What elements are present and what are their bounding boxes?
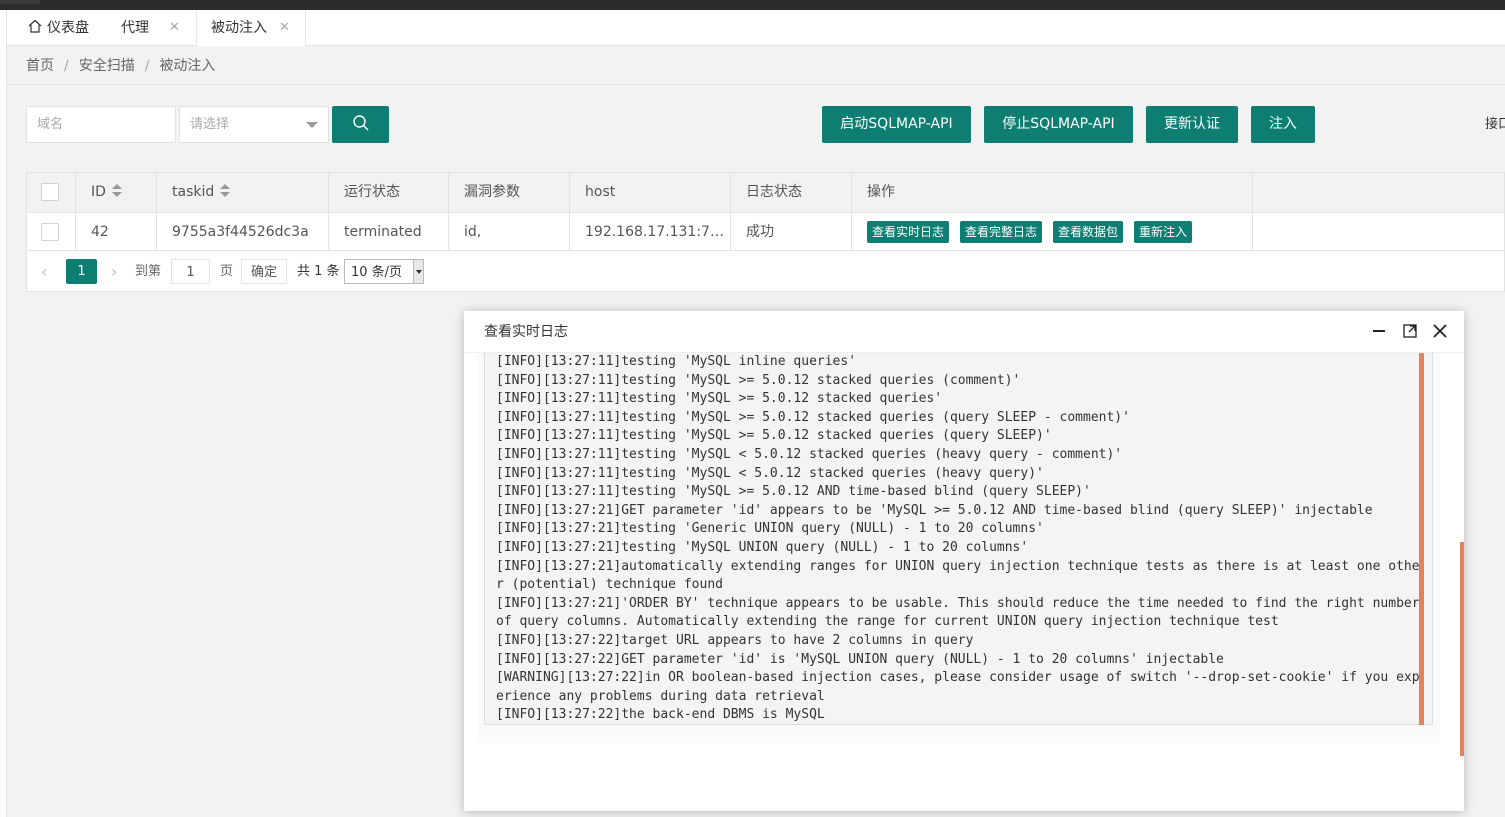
next-page-icon[interactable]: › <box>111 259 123 284</box>
tab-bar: 仪表盘 代理 ✕ 被动注入 ✕ <box>7 10 1505 47</box>
log-line: [INFO][13:27:21]automatically extending … <box>496 558 1420 593</box>
left-sidebar-rail <box>0 10 7 817</box>
log-line: [INFO][13:27:21]testing 'MySQL UNION que… <box>496 539 1029 555</box>
select-placeholder: 请选择 <box>190 117 230 132</box>
close-icon[interactable]: ✕ <box>169 10 180 46</box>
stop-sqlmap-api-button[interactable]: 停止SQLMAP-API <box>984 106 1133 143</box>
view-full-log-button[interactable]: 查看完整日志 <box>960 221 1043 243</box>
row-select <box>27 213 76 250</box>
search-icon <box>352 115 368 131</box>
breadcrumb-current: 被动注入 <box>159 58 216 74</box>
log-line: [INFO][13:27:22]GET parameter 'id' is 'M… <box>496 651 1224 667</box>
header-host: host <box>570 173 731 212</box>
reinject-button[interactable]: 重新注入 <box>1134 221 1193 243</box>
page-size-value: 10 条/页 <box>351 265 403 280</box>
close-icon[interactable] <box>1432 323 1448 339</box>
cell-run-status: terminated <box>329 213 449 250</box>
log-line: [INFO][13:27:22]the back-end DBMS is MyS… <box>496 707 825 723</box>
view-packet-button[interactable]: 查看数据包 <box>1053 221 1124 243</box>
realtime-log-modal: 查看实时日志 [INFO][13:27:11]testing 'MySQL in… <box>464 311 1464 811</box>
log-line: [INFO][13:27:11]testing 'MySQL >= 5.0.12… <box>496 484 1091 500</box>
goto-label: 到第 <box>135 264 162 279</box>
close-icon[interactable]: ✕ <box>279 10 290 46</box>
search-button[interactable] <box>332 106 389 143</box>
cell-host: 192.168.17.131:7… <box>570 213 731 250</box>
log-line: [INFO][13:27:21]GET parameter 'id' appea… <box>496 502 1373 518</box>
total-count: 共 1 条 <box>297 264 340 279</box>
breadcrumb-separator: / <box>64 58 69 74</box>
header-label: taskid <box>172 184 215 200</box>
status-select[interactable]: 请选择 <box>179 106 329 143</box>
breadcrumb-security-scan[interactable]: 安全扫描 <box>79 58 135 74</box>
tab-label: 被动注入 <box>211 20 267 36</box>
header-vuln-param: 漏洞参数 <box>449 173 570 212</box>
task-table: ID taskid 运行状态 漏洞参数 host 日志状态 操作 42 9755… <box>26 172 1505 292</box>
api-label: 接口 <box>1485 117 1505 132</box>
sort-icon[interactable] <box>111 184 122 198</box>
tab-label: 代理 <box>121 20 149 36</box>
goto-page-input[interactable]: 1 <box>171 259 210 284</box>
page-size-select[interactable]: 10 条/页 <box>344 259 424 284</box>
breadcrumb-home[interactable]: 首页 <box>26 58 54 74</box>
domain-input[interactable]: 域名 <box>26 106 176 143</box>
home-icon <box>28 19 42 33</box>
breadcrumb-separator: / <box>144 58 150 74</box>
tab-proxy[interactable]: 代理 ✕ <box>107 10 195 46</box>
log-line: [INFO][13:27:11]testing 'MySQL < 5.0.12 … <box>496 465 1044 481</box>
log-line: [INFO][13:27:11]testing 'MySQL inline qu… <box>496 354 857 369</box>
cell-log-status: 成功 <box>731 213 852 250</box>
chevron-down-icon <box>413 260 423 283</box>
minimize-icon[interactable] <box>1371 323 1387 339</box>
log-line: [INFO][13:27:21]'ORDER BY' technique app… <box>496 595 1420 630</box>
chevron-down-icon <box>306 122 318 128</box>
pagination: ‹ 1 › 到第 1 页 确定 共 1 条 10 条/页 <box>27 251 1504 292</box>
prev-page-icon[interactable]: ‹ <box>41 259 53 284</box>
modal-toolbar <box>1361 323 1448 341</box>
select-all-checkbox[interactable] <box>41 183 59 201</box>
log-line: [INFO][13:27:11]testing 'MySQL >= 5.0.12… <box>496 372 1021 388</box>
cell-operations: 查看实时日志 查看完整日志 查看数据包 重新注入 <box>852 213 1253 250</box>
breadcrumb: 首页 / 安全扫描 / 被动注入 <box>7 46 1505 85</box>
start-sqlmap-api-button[interactable]: 启动SQLMAP-API <box>822 106 971 143</box>
header-log-status: 日志状态 <box>731 173 852 212</box>
tab-passive-injection[interactable]: 被动注入 ✕ <box>196 10 306 47</box>
log-line: [INFO][13:27:11]testing 'MySQL >= 5.0.12… <box>496 391 943 407</box>
header-id[interactable]: ID <box>76 173 157 212</box>
cell-id: 42 <box>76 213 157 250</box>
log-line: [WARNING][13:27:22]in OR boolean-based i… <box>496 670 1420 704</box>
header-run-status: 运行状态 <box>329 173 449 212</box>
inject-button[interactable]: 注入 <box>1251 106 1315 143</box>
log-scrollbar[interactable] <box>1419 353 1424 725</box>
view-realtime-log-button[interactable]: 查看实时日志 <box>867 221 950 243</box>
window-top-bar <box>0 0 1505 10</box>
top-bar-stub <box>0 0 40 4</box>
table-row: 42 9755a3f44526dc3a terminated id, 192.1… <box>27 213 1504 251</box>
log-line: [INFO][13:27:11]testing 'MySQL >= 5.0.12… <box>496 409 1130 425</box>
log-line: [INFO][13:27:22]target URL appears to ha… <box>496 632 974 648</box>
goto-confirm-button[interactable]: 确定 <box>241 259 287 284</box>
modal-title: 查看实时日志 <box>484 324 568 340</box>
modal-body: [INFO][13:27:11]testing 'MySQL inline qu… <box>477 353 1440 743</box>
page-unit-label: 页 <box>220 264 234 279</box>
modal-scrollbar[interactable] <box>1460 542 1464 756</box>
page-button-current[interactable]: 1 <box>66 259 97 284</box>
log-line: [INFO][13:27:11]testing 'MySQL < 5.0.12 … <box>496 446 1123 462</box>
header-operations: 操作 <box>852 173 1253 212</box>
tab-label: 仪表盘 <box>47 20 89 36</box>
log-line: [INFO][13:27:21]testing 'Generic UNION q… <box>496 521 1044 537</box>
log-output: [INFO][13:27:11]testing 'MySQL inline qu… <box>484 353 1433 725</box>
cell-vuln-param: id, <box>449 213 570 250</box>
cell-taskid: 9755a3f44526dc3a <box>157 213 329 250</box>
modal-header: 查看实时日志 <box>464 311 1464 353</box>
header-label: ID <box>91 184 106 200</box>
maximize-icon[interactable] <box>1402 323 1418 339</box>
table-header: ID taskid 运行状态 漏洞参数 host 日志状态 操作 <box>27 173 1504 213</box>
header-taskid[interactable]: taskid <box>157 173 329 212</box>
update-auth-button[interactable]: 更新认证 <box>1146 106 1238 143</box>
log-line: [INFO][13:27:11]testing 'MySQL >= 5.0.12… <box>496 428 1052 444</box>
sort-icon[interactable] <box>220 184 231 198</box>
header-select-all <box>27 173 76 212</box>
tab-dashboard[interactable]: 仪表盘 <box>14 10 106 46</box>
row-checkbox[interactable] <box>41 223 59 241</box>
